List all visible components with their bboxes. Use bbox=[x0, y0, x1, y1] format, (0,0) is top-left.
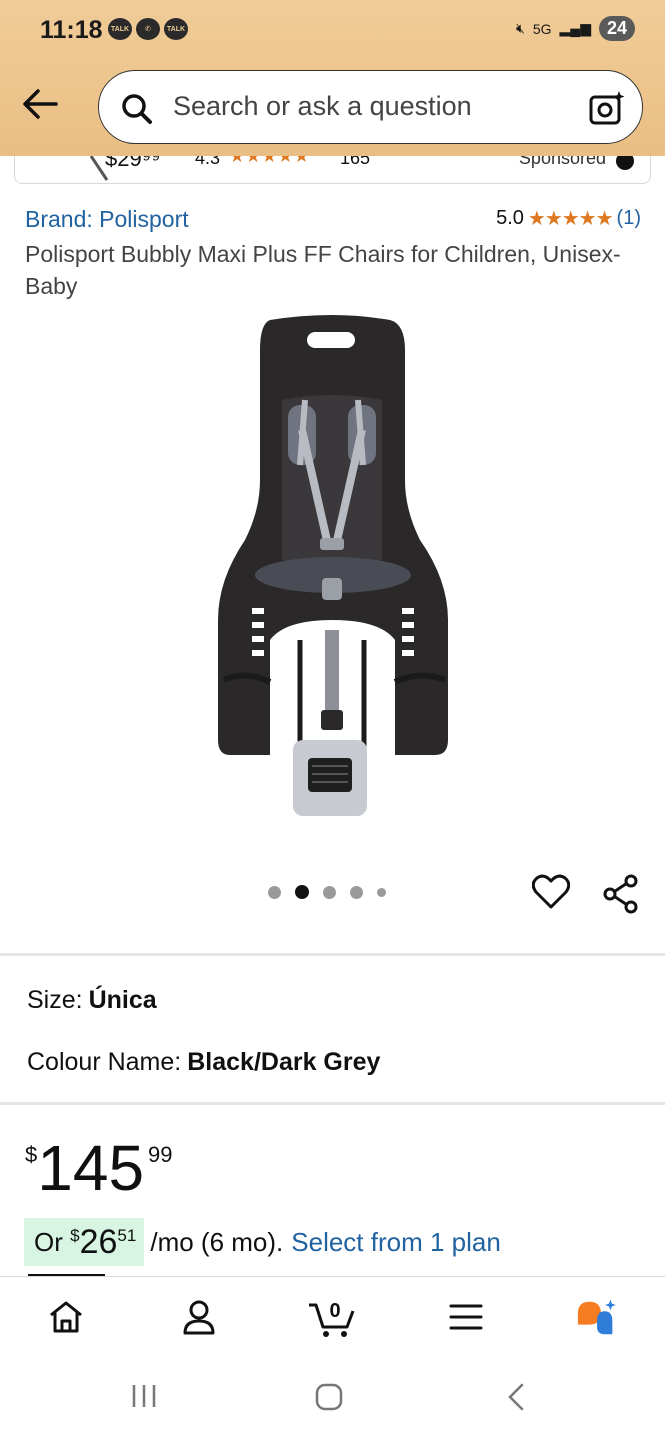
talk-notification-icon: TALK bbox=[108, 18, 132, 40]
sponsored-rating: 4.3 bbox=[195, 156, 221, 168]
bottom-navigation: 0 bbox=[0, 1276, 665, 1356]
sponsored-review-count: 165 bbox=[340, 156, 371, 168]
system-status-icons: 🔇︎ 5G ▂▄▆ 24 bbox=[516, 16, 635, 41]
carousel-dot[interactable] bbox=[323, 885, 336, 899]
status-bar: 11:18 TALK ✆ TALK 🔇︎ 5G ▂▄▆ 24 bbox=[0, 0, 665, 62]
cart-icon[interactable]: 0 bbox=[306, 1295, 360, 1339]
brand-link[interactable]: Brand: Polisport bbox=[25, 206, 189, 233]
colour-attribute[interactable]: Colour Name: Black/Dark Grey bbox=[27, 1048, 380, 1077]
product-price: $ 145 99 bbox=[25, 1132, 173, 1204]
info-icon[interactable] bbox=[616, 156, 634, 170]
battery-icon: 24 bbox=[598, 16, 635, 41]
installment-offer: Or $26 51 /mo (6 mo). Select from 1 plan bbox=[24, 1218, 501, 1266]
share-icon[interactable] bbox=[602, 874, 640, 919]
status-time: 11:18 bbox=[40, 16, 103, 44]
installment-prefix: Or bbox=[34, 1226, 63, 1257]
account-icon[interactable] bbox=[177, 1295, 221, 1339]
back-arrow-icon[interactable] bbox=[20, 86, 60, 122]
app-header: 11:18 TALK ✆ TALK 🔇︎ 5G ▂▄▆ 24 Search or… bbox=[0, 0, 665, 156]
menu-icon[interactable] bbox=[444, 1295, 488, 1339]
notification-icons: TALK ✆ TALK bbox=[108, 18, 188, 40]
search-icon bbox=[121, 93, 153, 130]
carousel-dot-active[interactable] bbox=[295, 885, 309, 899]
installment-whole: 26 bbox=[79, 1222, 118, 1261]
installment-currency: $ bbox=[70, 1226, 80, 1245]
home-icon[interactable] bbox=[44, 1295, 88, 1339]
home-button-icon[interactable] bbox=[314, 1382, 344, 1417]
cart-count: 0 bbox=[329, 1300, 340, 1322]
price-whole: 145 bbox=[37, 1132, 145, 1204]
talk-notification-icon: TALK bbox=[164, 18, 188, 40]
sponsored-label: Sponsored bbox=[518, 156, 606, 168]
section-divider bbox=[0, 1102, 665, 1105]
mute-icon: 🔇︎ bbox=[516, 20, 525, 36]
sponsored-product-card[interactable]: $29⁹⁹ 4.3 ★★★★★ 165 Sponsored bbox=[14, 156, 651, 184]
carousel-dot[interactable] bbox=[350, 885, 363, 899]
back-button-icon[interactable] bbox=[504, 1382, 528, 1417]
rating-value: 5.0 bbox=[496, 207, 524, 229]
product-image[interactable] bbox=[200, 310, 465, 830]
rufus-icon[interactable] bbox=[576, 1295, 620, 1339]
size-attribute[interactable]: Size: Única bbox=[27, 986, 157, 1015]
network-5g-label: 5G bbox=[532, 20, 552, 37]
installment-fraction: 51 bbox=[117, 1226, 137, 1245]
price-currency: $ bbox=[25, 1142, 38, 1167]
image-carousel-dots[interactable] bbox=[268, 885, 386, 899]
colour-value: Black/Dark Grey bbox=[187, 1048, 381, 1076]
section-divider bbox=[0, 953, 665, 956]
product-title: Polisport Bubbly Maxi Plus FF Chairs for… bbox=[25, 241, 621, 299]
price-fraction: 99 bbox=[148, 1142, 173, 1167]
signal-icon: ▂▄▆ bbox=[559, 20, 591, 36]
installment-suffix: /mo (6 mo). bbox=[150, 1226, 284, 1257]
search-bar[interactable]: Search or ask a question bbox=[98, 70, 643, 144]
sponsored-price: $29⁹⁹ bbox=[105, 156, 161, 171]
whatsapp-icon: ✆ bbox=[136, 18, 160, 40]
product-rating[interactable]: 5.0 ★★★★★ (1) bbox=[496, 206, 641, 231]
search-placeholder: Search or ask a question bbox=[173, 91, 472, 121]
carousel-dot[interactable] bbox=[377, 887, 386, 897]
size-label: Size: bbox=[27, 986, 83, 1014]
carousel-dot[interactable] bbox=[268, 885, 281, 899]
wishlist-heart-icon[interactable] bbox=[531, 874, 571, 915]
sponsored-stars: ★★★★★ bbox=[229, 156, 310, 166]
system-navigation-bar bbox=[0, 1356, 665, 1440]
camera-search-icon[interactable] bbox=[588, 89, 626, 132]
size-value: Única bbox=[88, 986, 157, 1014]
colour-label: Colour Name: bbox=[27, 1048, 182, 1076]
rating-count: (1) bbox=[616, 207, 641, 229]
select-plan-link[interactable]: Select from 1 plan bbox=[291, 1227, 501, 1258]
installment-amount-badge: Or $26 51 bbox=[24, 1218, 145, 1266]
rating-stars-icon: ★★★★★ bbox=[527, 208, 614, 230]
recent-apps-icon[interactable] bbox=[130, 1382, 158, 1415]
